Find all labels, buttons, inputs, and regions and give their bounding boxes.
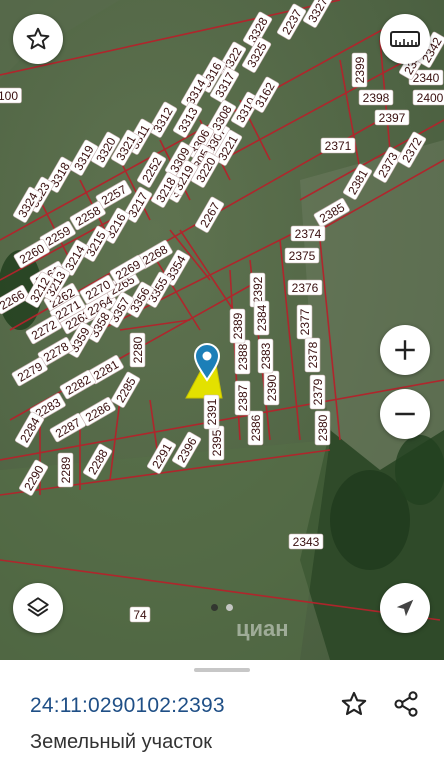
parcel-number: 2389 <box>231 312 245 339</box>
parcel-label[interactable]: 2371 <box>320 137 356 154</box>
parcel-label[interactable]: 2400 <box>412 89 444 106</box>
parcel-number: 2386 <box>249 414 263 441</box>
parcel-number: 2387 <box>236 384 250 411</box>
parcel-label[interactable]: 2383 <box>257 338 274 374</box>
parcel-label[interactable]: 2374 <box>290 225 326 242</box>
parcel-number: 2376 <box>292 281 319 295</box>
parcel-label[interactable]: 2343 <box>288 533 324 550</box>
parcel-number: 2384 <box>255 304 269 331</box>
star-outline-icon <box>341 691 367 716</box>
parcel-label[interactable]: 2377 <box>296 304 313 340</box>
parcel-label[interactable]: 2387 <box>234 380 251 416</box>
parcel-number: 2340 <box>413 71 440 85</box>
parcel-label[interactable]: 2280 <box>129 332 146 368</box>
parcel-number: 2397 <box>379 111 406 125</box>
ruler-icon <box>390 31 420 47</box>
parcel-label[interactable]: 2391 <box>203 394 220 430</box>
plus-icon <box>395 340 415 360</box>
parcel-number: 2343 <box>293 535 320 549</box>
parcel-number: 2390 <box>265 374 279 401</box>
parcel-label[interactable]: 2389 <box>229 308 246 344</box>
parcel-number: 2375 <box>289 249 316 263</box>
parcel-label[interactable]: 2375 <box>284 247 320 264</box>
parcel-label[interactable]: 2390 <box>263 370 280 406</box>
ruler-button[interactable] <box>380 14 430 64</box>
parcel-label[interactable]: 2384 <box>253 300 270 336</box>
parcel-number: 2388 <box>236 343 250 370</box>
favorite-button[interactable] <box>13 14 63 64</box>
parcel-number: 100 <box>0 89 18 103</box>
parcel-number: 2379 <box>311 378 325 405</box>
parcel-number: 2374 <box>295 227 322 241</box>
photo-pager <box>0 604 444 611</box>
watermark: циан <box>236 616 289 641</box>
parcel-label[interactable]: 2399 <box>351 52 368 88</box>
parcel-label[interactable]: 100 <box>0 87 22 104</box>
parcel-label[interactable]: 2380 <box>314 410 331 446</box>
parcel-number: 2380 <box>316 414 330 441</box>
parcel-label[interactable]: 2395 <box>208 425 225 461</box>
star-outline-icon <box>26 27 50 50</box>
sheet-drag-handle[interactable] <box>194 668 250 672</box>
parcel-number: 2398 <box>363 91 390 105</box>
zoom-in-button[interactable] <box>380 325 430 375</box>
parcel-number: 2289 <box>59 456 73 483</box>
parcel-number: 2280 <box>131 336 145 363</box>
share-icon <box>394 691 418 717</box>
parcel-label[interactable]: 2398 <box>358 89 394 106</box>
parcel-label[interactable]: 2388 <box>234 339 251 375</box>
parcel-number: 2377 <box>298 308 312 335</box>
parcel-number: 2383 <box>259 342 273 369</box>
parcel-number: 2392 <box>251 276 265 303</box>
parcel-label[interactable]: 2397 <box>374 109 410 126</box>
parcel-type: Земельный участок <box>30 731 213 753</box>
satellite-map[interactable]: 3328 2237 3327 3325 3322 3317 3316 3314 3313 3312… <box>0 0 444 660</box>
zoom-out-button[interactable] <box>380 389 430 439</box>
parcel-label[interactable]: 2379 <box>309 374 326 410</box>
share-button[interactable] <box>388 686 424 722</box>
parcel-label[interactable]: 2386 <box>247 410 264 446</box>
favorite-parcel-button[interactable] <box>336 686 372 722</box>
parcel-label[interactable]: 2289 <box>57 452 74 488</box>
parcel-label[interactable]: 2378 <box>304 337 321 373</box>
parcel-number: 2391 <box>205 398 219 425</box>
parcel-number: 2378 <box>306 341 320 368</box>
parcel-number: 2399 <box>353 56 367 83</box>
parcel-number: 2371 <box>325 139 352 153</box>
pager-dot[interactable] <box>226 604 233 611</box>
pager-dot-active[interactable] <box>211 604 218 611</box>
minus-icon <box>395 412 415 416</box>
cadastral-number: 24:11:0290102:2393 <box>30 694 225 717</box>
parcel-label[interactable]: 2376 <box>287 279 323 296</box>
parcel-number: 2395 <box>210 429 224 456</box>
parcel-number: 2400 <box>417 91 444 105</box>
